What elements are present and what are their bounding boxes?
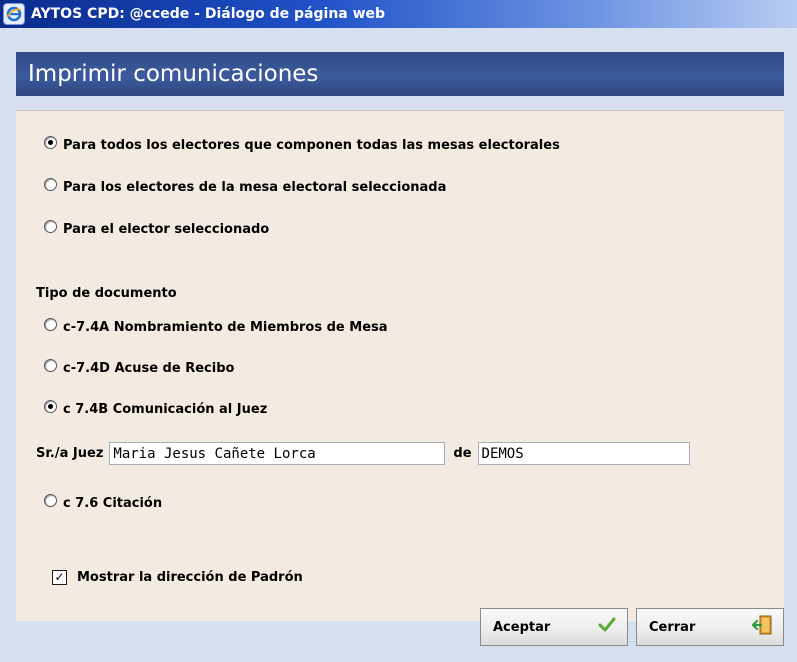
radio-all-electors[interactable]: Para todos los electores que componen to…	[44, 136, 560, 153]
accept-label: Aceptar	[493, 619, 551, 635]
radio-doc-c74d[interactable]: c-7.4D Acuse de Recibo	[44, 359, 235, 376]
radio-label: Para todos los electores que componen to…	[63, 138, 560, 153]
judge-place-input[interactable]: DEMOS	[477, 442, 690, 465]
window-titlebar[interactable]: AYTOS CPD: @ccede - Diálogo de página we…	[0, 0, 797, 28]
close-label: Cerrar	[649, 619, 696, 635]
radio-selected-table-electors[interactable]: Para los electores de la mesa electoral …	[44, 178, 447, 195]
dialog-body: Imprimir comunicaciones	[0, 28, 797, 662]
page-title: Imprimir comunicaciones	[28, 61, 319, 87]
document-type-label: Tipo de documento	[36, 286, 177, 301]
radio-doc-c74b[interactable]: c 7.4B Comunicación al Juez	[44, 400, 268, 417]
radio-button[interactable]	[44, 359, 57, 372]
radio-doc-c76[interactable]: c 7.6 Citación	[44, 494, 163, 511]
radio-button[interactable]	[44, 178, 57, 191]
radio-label: c 7.4B Comunicación al Juez	[63, 402, 268, 417]
checkmark-icon	[597, 615, 617, 639]
radio-selected-elector[interactable]: Para el elector seleccionado	[44, 220, 270, 237]
radio-button[interactable]	[44, 494, 57, 507]
judge-row: Sr./a Juez Maria Jesus Cañete Lorca de D…	[36, 440, 690, 467]
show-address-option[interactable]: ✓ Mostrar la dirección de Padrón	[52, 570, 303, 585]
judge-label: Sr./a Juez	[36, 446, 104, 461]
radio-button[interactable]	[44, 136, 57, 149]
radio-button[interactable]	[44, 400, 57, 413]
radio-button[interactable]	[44, 318, 57, 331]
dialog-header: Imprimir comunicaciones	[16, 52, 784, 96]
exit-door-icon	[751, 614, 773, 640]
checkbox-label: Mostrar la dirección de Padrón	[77, 570, 303, 585]
radio-label: Para el elector seleccionado	[63, 222, 270, 237]
radio-label: c-7.4A Nombramiento de Miembros de Mesa	[63, 320, 388, 335]
close-button[interactable]: Cerrar	[636, 608, 784, 646]
ie-browser-icon	[3, 3, 25, 25]
accept-button[interactable]: Aceptar	[480, 608, 628, 646]
of-label: de	[453, 446, 472, 461]
window-title: AYTOS CPD: @ccede - Diálogo de página we…	[31, 6, 386, 22]
radio-label: c 7.6 Citación	[63, 496, 163, 511]
show-address-checkbox[interactable]: ✓	[52, 570, 67, 585]
judge-name-input[interactable]: Maria Jesus Cañete Lorca	[109, 442, 446, 465]
radio-label: c-7.4D Acuse de Recibo	[63, 361, 235, 376]
radio-button[interactable]	[44, 220, 57, 233]
radio-label: Para los electores de la mesa electoral …	[63, 180, 447, 195]
radio-doc-c74a[interactable]: c-7.4A Nombramiento de Miembros de Mesa	[44, 318, 388, 335]
